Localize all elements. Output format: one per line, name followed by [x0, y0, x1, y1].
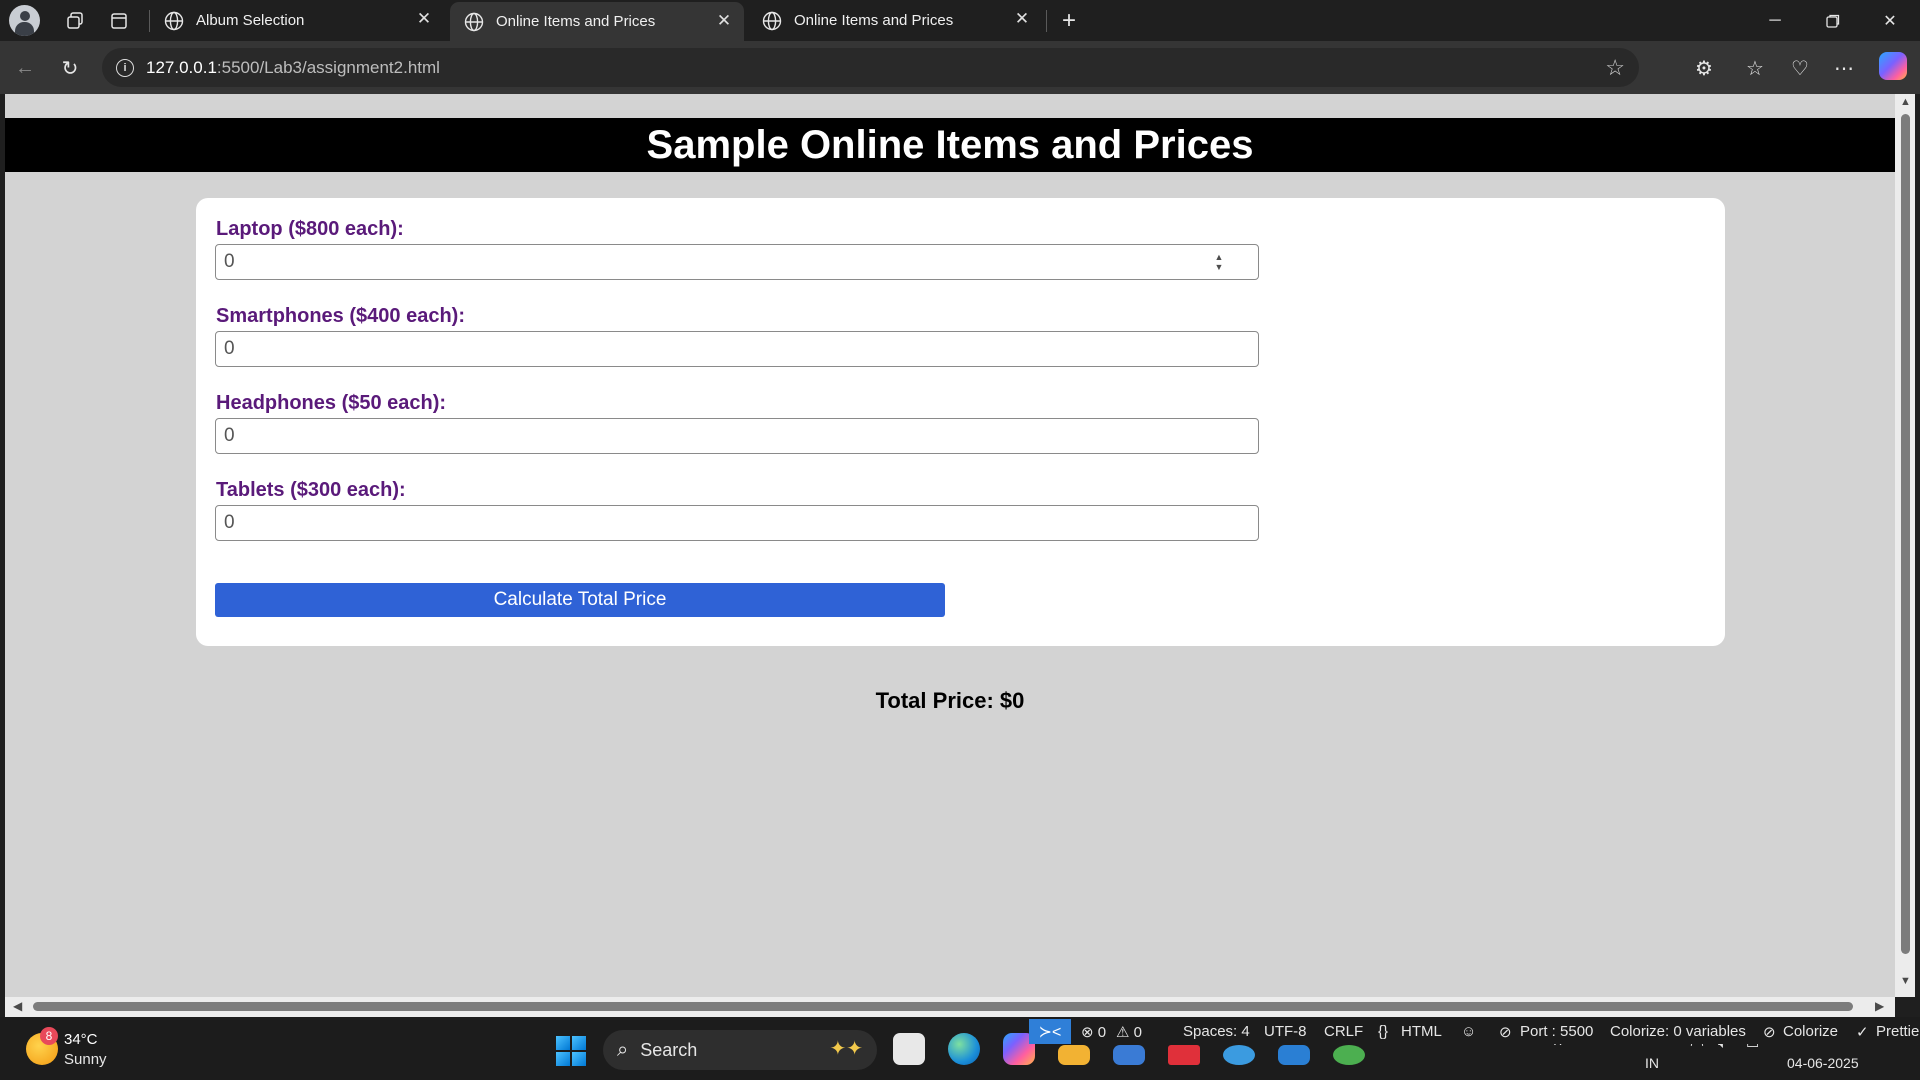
tab-bar: Album Selection ✕ Online Items and Price… — [0, 0, 1920, 41]
page-viewport: Sample Online Items and Prices Laptop ($… — [5, 94, 1895, 997]
more-menu-icon[interactable]: ⋯ — [1828, 52, 1860, 84]
vscode-icon[interactable] — [1278, 1045, 1310, 1065]
headphones-label: Headphones ($50 each): — [216, 392, 447, 414]
scroll-thumb[interactable] — [1901, 114, 1910, 954]
scroll-left-icon[interactable]: ◀ — [13, 999, 22, 1013]
close-window-icon[interactable]: ✕ — [1867, 6, 1913, 36]
scroll-thumb[interactable] — [33, 1002, 1853, 1011]
address-bar[interactable]: i 127.0.0.1:5500/Lab3/assignment2.html ☆ — [102, 48, 1639, 87]
url-host: 127.0.0.1 — [146, 57, 217, 77]
app-icon[interactable] — [1168, 1045, 1200, 1065]
favorite-star-icon[interactable]: ☆ — [1605, 55, 1625, 81]
errors-count[interactable]: ⊗ 0 — [1081, 1023, 1106, 1041]
indentation[interactable]: Spaces: 4 — [1183, 1023, 1250, 1040]
colorize-variables[interactable]: Colorize: 0 variables — [1610, 1023, 1746, 1040]
scroll-down-icon[interactable]: ▼ — [1900, 975, 1911, 987]
smartphones-quantity-input[interactable] — [215, 331, 1259, 367]
new-tab-icon[interactable]: + — [1054, 6, 1084, 36]
globe-icon — [464, 12, 484, 31]
tab-title: Online Items and Prices — [794, 12, 954, 29]
page-title: Sample Online Items and Prices — [5, 118, 1895, 172]
chrome-icon[interactable] — [1333, 1045, 1365, 1065]
browser-essentials-icon[interactable]: ♡ — [1784, 52, 1816, 84]
refresh-icon[interactable]: ↻ — [54, 52, 86, 84]
profile-avatar[interactable] — [9, 5, 40, 36]
task-view-icon[interactable] — [893, 1033, 925, 1065]
extensions-icon[interactable]: ⚙ — [1688, 52, 1720, 84]
weather-condition: Sunny — [64, 1051, 107, 1068]
quantity-stepper-icon[interactable]: ▲ ▼ — [1212, 250, 1226, 274]
edge-browser-icon[interactable] — [948, 1033, 980, 1065]
tablets-quantity-input[interactable] — [215, 505, 1259, 541]
vertical-scrollbar[interactable]: ▲ ▼ — [1895, 94, 1915, 997]
order-form: Laptop ($800 each): ▲▼ Smartphones ($400… — [196, 198, 1725, 646]
tab-title: Online Items and Prices — [496, 13, 656, 30]
weather-badge: 8 — [40, 1027, 58, 1045]
input-language[interactable]: IN — [1645, 1055, 1659, 1071]
tab-online-items[interactable]: Online Items and Prices ✕ — [748, 0, 1042, 41]
scroll-up-icon[interactable]: ▲ — [1900, 96, 1911, 108]
file-explorer-icon[interactable] — [1058, 1045, 1090, 1065]
smartphones-label: Smartphones ($400 each): — [216, 305, 465, 327]
laptop-quantity-input[interactable] — [215, 244, 1259, 280]
close-icon[interactable]: ✕ — [714, 11, 734, 31]
restore-icon[interactable] — [1810, 6, 1856, 36]
horizontal-scrollbar[interactable]: ◀ ▶ — [5, 997, 1895, 1017]
close-icon[interactable]: ✕ — [414, 9, 434, 29]
tablets-label: Tablets ($300 each): — [216, 479, 406, 501]
colorize-toggle[interactable]: Colorize — [1783, 1023, 1838, 1040]
tab-actions-icon[interactable] — [104, 6, 134, 36]
check-icon: ✓ — [1856, 1024, 1869, 1041]
back-icon[interactable]: ← — [9, 52, 41, 84]
language-mode[interactable]: HTML — [1401, 1023, 1442, 1040]
calculate-total-button[interactable]: Calculate Total Price — [215, 583, 945, 617]
editor-status-bar: ≻< ⊗ 0 ⚠ 0 Spaces: 4 UTF-8 CRLF {} HTML … — [1029, 1019, 1920, 1044]
headphones-quantity-input[interactable] — [215, 418, 1259, 454]
encoding[interactable]: UTF-8 — [1264, 1023, 1307, 1040]
store-icon[interactable] — [1113, 1045, 1145, 1065]
app-icon[interactable] — [1223, 1045, 1255, 1065]
scroll-right-icon[interactable]: ▶ — [1875, 999, 1884, 1013]
favorites-icon[interactable]: ☆ — [1739, 52, 1771, 84]
warnings-count[interactable]: ⚠ 0 — [1116, 1023, 1142, 1041]
search-icon: ⌕ — [617, 1038, 629, 1061]
live-server-port[interactable]: Port : 5500 — [1520, 1023, 1593, 1040]
workspaces-icon[interactable] — [60, 6, 90, 36]
temperature: 34°C — [64, 1031, 98, 1048]
port-icon: ⊘ — [1499, 1024, 1512, 1041]
tab-online-items-active[interactable]: Online Items and Prices ✕ — [450, 2, 744, 41]
remote-icon[interactable]: ≻< — [1029, 1019, 1071, 1044]
globe-icon — [762, 11, 782, 30]
prettier-status[interactable]: Prettie — [1876, 1023, 1919, 1040]
url-path: :5500/Lab3/assignment2.html — [216, 57, 440, 77]
copilot-status-icon[interactable]: ☺ — [1461, 1023, 1476, 1040]
windows-start-icon[interactable] — [556, 1036, 586, 1066]
total-price: Total Price: $0 — [875, 688, 1025, 713]
line-ending[interactable]: CRLF — [1324, 1023, 1363, 1040]
colorize-icon: ⊘ — [1763, 1024, 1776, 1041]
copilot-icon[interactable] — [1879, 52, 1907, 80]
browser-toolbar: ← ↻ i 127.0.0.1:5500/Lab3/assignment2.ht… — [0, 41, 1920, 94]
laptop-label: Laptop ($800 each): — [216, 218, 404, 240]
globe-icon — [164, 11, 184, 30]
site-info-icon[interactable]: i — [116, 58, 134, 77]
date[interactable]: 04-06-2025 — [1787, 1055, 1859, 1071]
braces-icon: {} — [1378, 1023, 1389, 1040]
tab-title: Album Selection — [196, 12, 305, 29]
close-icon[interactable]: ✕ — [1012, 9, 1032, 29]
taskbar-search[interactable]: ⌕ Search ✦✦ — [603, 1030, 877, 1070]
search-label: Search — [640, 1039, 698, 1060]
sparkle-icon: ✦✦ — [829, 1038, 863, 1060]
tab-album-selection[interactable]: Album Selection ✕ — [150, 0, 444, 41]
minimize-icon[interactable]: ─ — [1752, 6, 1798, 36]
